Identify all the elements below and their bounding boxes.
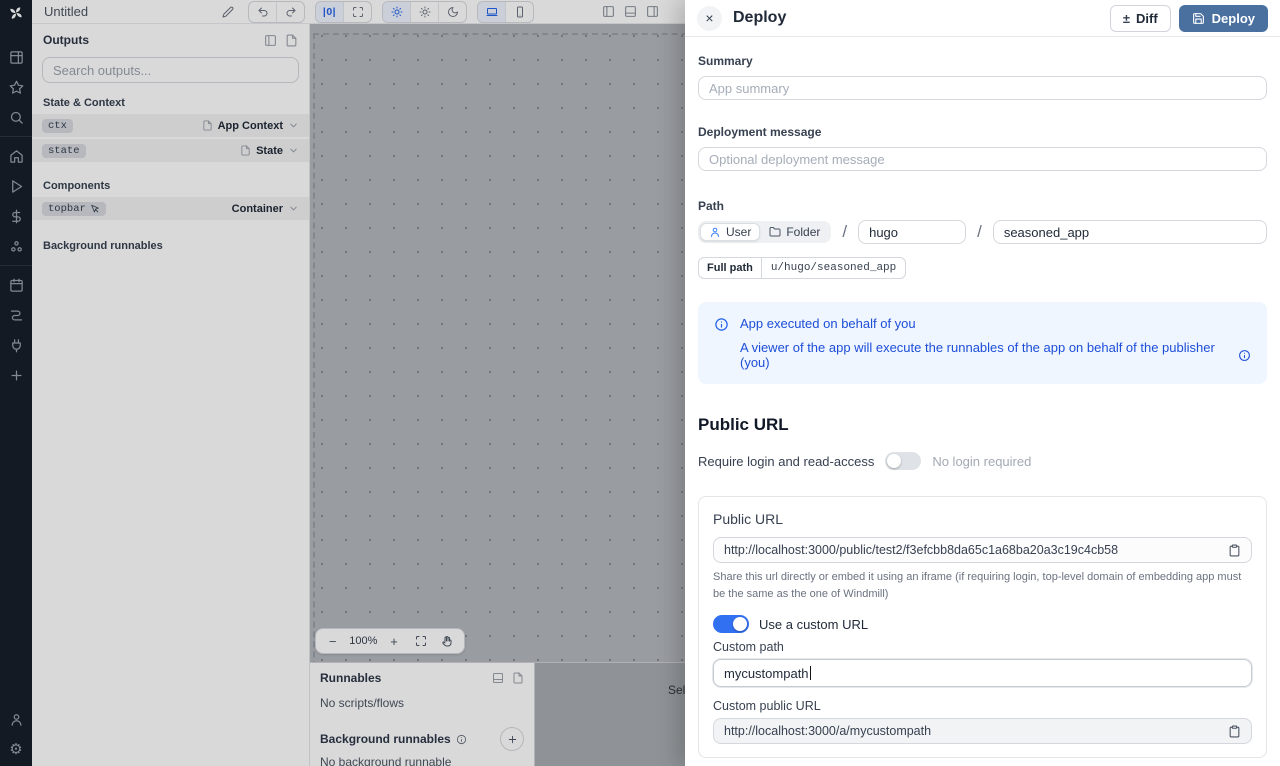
deployment-message-input[interactable] <box>698 147 1267 171</box>
clipboard-copy-icon[interactable] <box>1228 544 1241 557</box>
drawer-body: Summary Deployment message Path User Fol… <box>685 37 1280 766</box>
owner-kind-segmented: User Folder <box>698 221 831 243</box>
app-root: ⚙ Untitled |0| Outputs <box>0 0 1280 766</box>
login-state-label: No login required <box>932 454 1031 469</box>
drawer-title: Deploy <box>733 9 786 27</box>
path-name-input[interactable] <box>993 220 1267 244</box>
full-path-pill: Full path u/hugo/seasoned_app <box>698 257 906 279</box>
deploy-drawer: × Deploy ±Diff Deploy Summary Deployment… <box>685 0 1280 766</box>
diff-button[interactable]: ±Diff <box>1110 5 1171 32</box>
info-icon <box>714 317 729 332</box>
public-url-card-title: Public URL <box>713 511 1252 527</box>
share-hint: Share this url directly or embed it usin… <box>713 569 1252 602</box>
custom-public-url-field: http://localhost:3000/a/mycustompath <box>713 718 1252 744</box>
path-row: User Folder / / <box>698 220 1267 244</box>
save-icon <box>1192 12 1205 25</box>
path-separator: / <box>842 222 847 242</box>
full-path-label: Full path <box>699 258 762 278</box>
public-url-heading: Public URL <box>698 415 1267 435</box>
close-icon[interactable]: × <box>697 6 722 31</box>
public-url-value: http://localhost:3000/public/test2/f3efc… <box>724 543 1220 557</box>
custom-path-input[interactable]: mycustompath <box>713 659 1252 687</box>
drawer-header: × Deploy ±Diff Deploy <box>685 0 1280 37</box>
behalf-alert-title: App executed on behalf of you <box>740 316 1251 331</box>
info-icon <box>1238 349 1251 362</box>
full-path-value: u/hugo/seasoned_app <box>762 258 905 278</box>
deployment-message-label: Deployment message <box>698 125 1267 139</box>
behalf-alert-body: A viewer of the app will execute the run… <box>740 340 1232 370</box>
path-separator: / <box>977 222 982 242</box>
user-icon <box>709 226 721 238</box>
public-url-card: Public URL http://localhost:3000/public/… <box>698 496 1267 758</box>
public-url-field: http://localhost:3000/public/test2/f3efc… <box>713 537 1252 563</box>
clipboard-copy-icon[interactable] <box>1228 725 1241 738</box>
path-owner-input[interactable] <box>858 220 966 244</box>
path-label: Path <box>698 199 1267 213</box>
custom-url-toggle-label: Use a custom URL <box>759 617 868 632</box>
owner-kind-user-button[interactable]: User <box>700 223 760 241</box>
custom-path-label: Custom path <box>713 640 1252 654</box>
custom-public-url-label: Custom public URL <box>713 699 1252 713</box>
deploy-button[interactable]: Deploy <box>1179 5 1268 32</box>
modal-dim-overlay[interactable] <box>0 0 685 766</box>
custom-url-toggle-row: Use a custom URL <box>713 615 1252 633</box>
summary-input[interactable] <box>698 76 1267 100</box>
require-login-row: Require login and read-access No login r… <box>698 452 1267 470</box>
folder-icon <box>769 226 781 238</box>
require-login-label: Require login and read-access <box>698 454 874 469</box>
text-caret <box>810 666 811 680</box>
owner-kind-folder-button[interactable]: Folder <box>760 223 829 241</box>
behalf-alert: App executed on behalf of you A viewer o… <box>698 302 1267 384</box>
custom-public-url-value: http://localhost:3000/a/mycustompath <box>724 724 1220 738</box>
summary-label: Summary <box>698 54 1267 68</box>
diff-icon: ± <box>1123 11 1130 26</box>
require-login-toggle[interactable] <box>885 452 921 470</box>
custom-url-toggle[interactable] <box>713 615 749 633</box>
